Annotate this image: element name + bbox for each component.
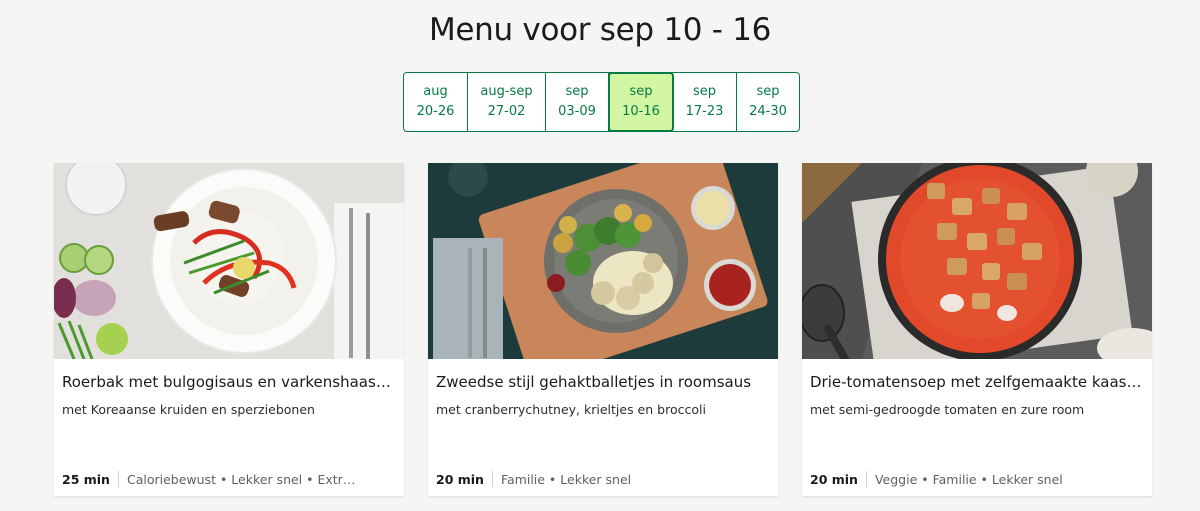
week-tab-aug-sep-27-02[interactable]: aug-sep 27-02: [468, 73, 546, 131]
recipe-name[interactable]: Drie-tomatensoep met zelfgemaakte kaascr…: [810, 373, 1144, 391]
week-month: sep: [565, 84, 589, 99]
week-tab-aug-20-26[interactable]: aug 20-26: [404, 73, 468, 131]
recipe-image[interactable]: [54, 163, 404, 359]
week-selector: aug 20-26 aug-sep 27-02 sep 03-09 sep 10…: [403, 72, 800, 132]
recipe-subtitle: met Koreaanse kruiden en sperziebonen: [62, 402, 315, 417]
week-month: sep: [692, 84, 717, 99]
week-month: sep: [629, 84, 653, 99]
week-range: 24-30: [749, 104, 787, 119]
recipe-card-bulgogi[interactable]: Roerbak met bulgogisaus en varkenshaaspu…: [54, 163, 404, 496]
prep-time: 25 min: [62, 471, 110, 487]
prep-time: 20 min: [436, 471, 484, 487]
week-tab-sep-17-23[interactable]: sep 17-23: [673, 73, 737, 131]
week-month: sep: [756, 84, 780, 99]
recipe-image[interactable]: [802, 163, 1152, 359]
week-tab-sep-03-09[interactable]: sep 03-09: [546, 73, 609, 131]
week-tab-sep-10-16[interactable]: sep 10-16: [608, 72, 674, 132]
recipe-meta: 20 min Familie • Lekker snel: [436, 469, 770, 489]
recipe-image[interactable]: [428, 163, 778, 359]
prep-time: 20 min: [810, 471, 858, 487]
meta-divider: [865, 471, 867, 487]
meta-divider: [491, 471, 493, 487]
page-title: Menu voor sep 10 - 16: [428, 12, 772, 48]
recipe-subtitle: met semi-gedroogde tomaten en zure room: [810, 402, 1085, 417]
recipe-card-tomatensoep[interactable]: Drie-tomatensoep met zelfgemaakte kaascr…: [802, 163, 1152, 496]
recipe-meta: 20 min Veggie • Familie • Lekker snel: [810, 469, 1144, 489]
meta-divider: [117, 471, 119, 487]
recipe-tags: Veggie • Familie • Lekker snel: [874, 471, 1063, 487]
recipe-card-gehaktballetjes[interactable]: Zweedse stijl gehaktballetjes in roomsau…: [428, 163, 778, 496]
week-range: 17-23: [685, 104, 724, 119]
week-range: 27-02: [487, 104, 526, 119]
recipe-subtitle: met cranberrychutney, krieltjes en brocc…: [436, 402, 706, 417]
recipe-meta: 25 min Caloriebewust • Lekker snel • Ext…: [62, 469, 396, 489]
week-range: 20-26: [416, 104, 455, 119]
recipe-name[interactable]: Zweedse stijl gehaktballetjes in roomsau…: [436, 373, 770, 391]
recipe-tags: Caloriebewust • Lekker snel • Extra veel…: [126, 471, 357, 487]
recipe-name[interactable]: Roerbak met bulgogisaus en varkenshaaspu…: [62, 373, 396, 391]
week-range: 10-16: [622, 104, 660, 119]
recipe-tags: Familie • Lekker snel: [500, 471, 632, 487]
week-range: 03-09: [558, 104, 596, 119]
week-month: aug: [423, 84, 448, 99]
week-tab-sep-24-30[interactable]: sep 24-30: [737, 73, 799, 131]
week-month: aug-sep: [480, 84, 533, 99]
